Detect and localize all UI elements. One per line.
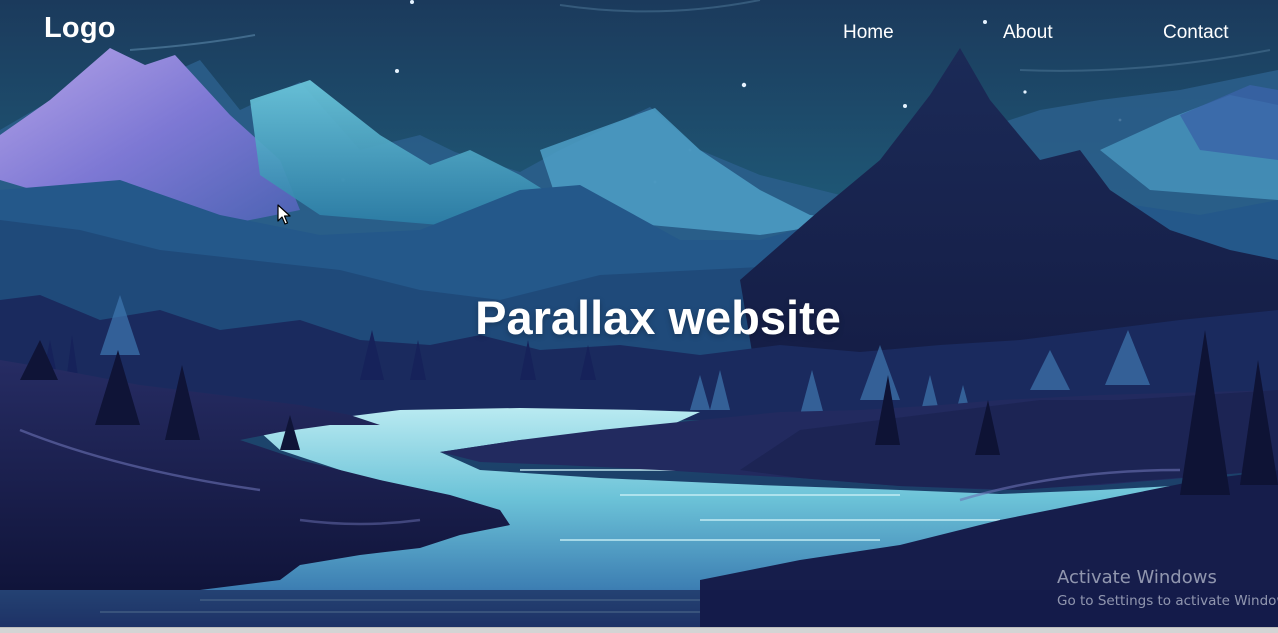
horizontal-scrollbar[interactable]	[0, 627, 1278, 633]
activate-windows-watermark: Activate Windows Go to Settings to activ…	[1057, 567, 1278, 611]
mouse-pointer-icon	[277, 204, 291, 225]
nav-link-about[interactable]: About	[1003, 22, 1053, 44]
hero-title: Parallax website	[475, 291, 841, 344]
site-logo[interactable]: Logo	[44, 12, 116, 45]
watermark-subtitle: Go to Settings to activate Windows.	[1057, 593, 1278, 609]
nav-link-home[interactable]: Home	[843, 22, 894, 44]
browser-viewport: Logo Home About Contact Parallax website…	[0, 0, 1278, 633]
watermark-title: Activate Windows	[1057, 567, 1217, 588]
navbar: Logo Home About Contact	[0, 0, 1278, 70]
nav-link-contact[interactable]: Contact	[1163, 22, 1228, 44]
